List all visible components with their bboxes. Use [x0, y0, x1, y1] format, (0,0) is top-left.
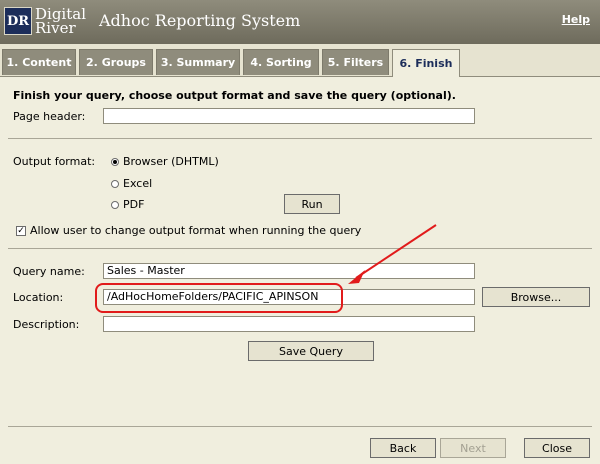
- output-format-label: Output format:: [13, 155, 96, 168]
- output-option-excel[interactable]: Excel: [111, 177, 152, 190]
- radio-label: Browser (DHTML): [123, 155, 219, 168]
- tab-filters[interactable]: 5. Filters: [322, 49, 389, 75]
- divider: [8, 426, 592, 427]
- tab-groups[interactable]: 2. Groups: [79, 49, 153, 75]
- location-highlight-annotation: [95, 283, 343, 313]
- query-name-label: Query name:: [13, 265, 85, 278]
- next-button: Next: [440, 438, 506, 458]
- radio-button[interactable]: [111, 200, 119, 209]
- run-button[interactable]: Run: [284, 194, 340, 214]
- close-button[interactable]: Close: [524, 438, 590, 458]
- back-button[interactable]: Back: [370, 438, 436, 458]
- browse-button[interactable]: Browse...: [482, 287, 590, 307]
- help-link[interactable]: Help: [562, 13, 590, 26]
- allow-change-option[interactable]: ✓ Allow user to change output format whe…: [16, 224, 361, 237]
- allow-change-label: Allow user to change output format when …: [30, 224, 362, 237]
- radio-button[interactable]: [111, 179, 119, 188]
- divider: [8, 248, 592, 249]
- tab-content[interactable]: 1. Content: [2, 49, 76, 75]
- description-label: Description:: [13, 318, 80, 331]
- annotation-arrow-icon: [348, 224, 437, 284]
- finish-panel: Finish your query, choose output format …: [0, 77, 600, 464]
- divider: [8, 138, 592, 139]
- radio-button[interactable]: [111, 157, 119, 166]
- output-option-pdf[interactable]: PDF: [111, 198, 144, 211]
- tab-finish[interactable]: 6. Finish: [392, 49, 460, 77]
- logo-wordmark: Digital River: [35, 7, 86, 37]
- description-input[interactable]: [103, 316, 475, 332]
- page-heading: Finish your query, choose output format …: [13, 89, 456, 102]
- logo-mark: DR: [4, 7, 32, 35]
- tab-sorting[interactable]: 4. Sorting: [243, 49, 319, 75]
- logo-line2: River: [35, 19, 76, 37]
- tab-summary[interactable]: 3. Summary: [156, 49, 240, 75]
- page-header-input[interactable]: [103, 108, 475, 124]
- radio-label: Excel: [123, 177, 153, 190]
- output-option-browser[interactable]: Browser (DHTML): [111, 155, 219, 168]
- page-header-label: Page header:: [13, 110, 86, 123]
- location-label: Location:: [13, 291, 64, 304]
- allow-change-checkbox[interactable]: ✓: [16, 225, 26, 236]
- app-title: Adhoc Reporting System: [99, 11, 301, 30]
- digital-river-logo: DR Digital River: [4, 4, 86, 38]
- save-query-button[interactable]: Save Query: [248, 341, 374, 361]
- radio-label: PDF: [123, 198, 145, 211]
- wizard-tabs: 1. Content 2. Groups 3. Summary 4. Sorti…: [0, 44, 600, 77]
- app-header: DR Digital River Adhoc Reporting System …: [0, 0, 600, 44]
